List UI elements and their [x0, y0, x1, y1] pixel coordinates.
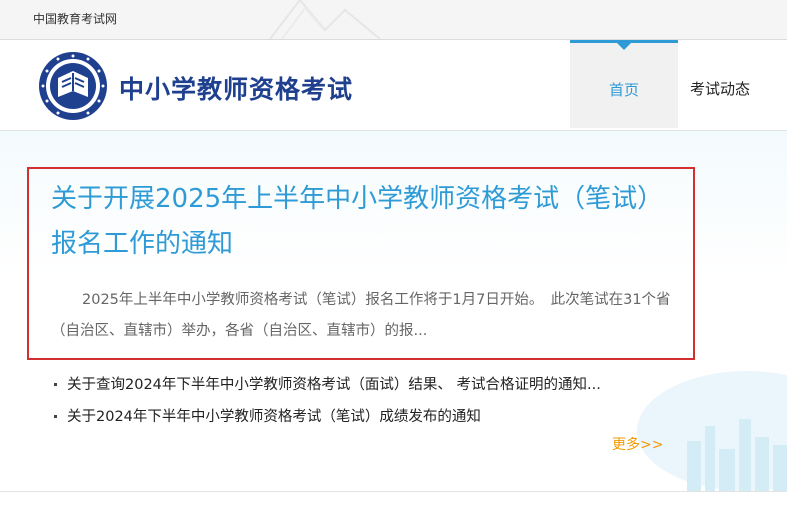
ntce-emblem-icon[interactable] — [38, 51, 108, 121]
news-list-item[interactable]: 关于2024年下半年中小学教师资格考试（笔试）成绩发布的通知 — [52, 401, 662, 433]
bullet-icon — [54, 415, 57, 418]
top-bar: 中国教育考试网 — [0, 0, 787, 40]
divider — [0, 491, 787, 492]
site-name-link[interactable]: 中国教育考试网 — [33, 10, 117, 27]
nav-tab-home[interactable]: 首页 — [570, 40, 678, 128]
nav-tab-exam-news[interactable]: 考试动态 — [690, 78, 750, 99]
news-item-title: 关于查询2024年下半年中小学教师资格考试（面试）结果、 考试合格证明的通知..… — [67, 377, 601, 393]
header: 中小学教师资格考试 首页 考试动态 — [0, 40, 787, 131]
mountain-decoration-icon — [269, 0, 381, 39]
site-logo-title[interactable]: 中小学教师资格考试 — [119, 70, 353, 106]
featured-news-summary: 2025年上半年中小学教师资格考试（笔试）报名工作将于1月7日开始。 此次笔试在… — [51, 292, 671, 339]
featured-news-title[interactable]: 关于开展2025年上半年中小学教师资格考试（笔试）报名工作的通知 — [51, 177, 651, 267]
bullet-icon — [54, 383, 57, 386]
more-link[interactable]: 更多>> — [612, 434, 663, 454]
nav-tab-home-label: 首页 — [608, 81, 639, 99]
news-list-item[interactable]: 关于查询2024年下半年中小学教师资格考试（面试）结果、 考试合格证明的通知..… — [52, 369, 662, 401]
news-item-title: 关于2024年下半年中小学教师资格考试（笔试）成绩发布的通知 — [67, 409, 481, 425]
active-caret-icon — [617, 43, 631, 50]
main-content: 关于开展2025年上半年中小学教师资格考试（笔试）报名工作的通知 2025年上半… — [0, 131, 787, 491]
featured-news-box: 关于开展2025年上半年中小学教师资格考试（笔试）报名工作的通知 2025年上半… — [27, 167, 695, 360]
news-list: 关于查询2024年下半年中小学教师资格考试（面试）结果、 考试合格证明的通知..… — [52, 369, 662, 433]
